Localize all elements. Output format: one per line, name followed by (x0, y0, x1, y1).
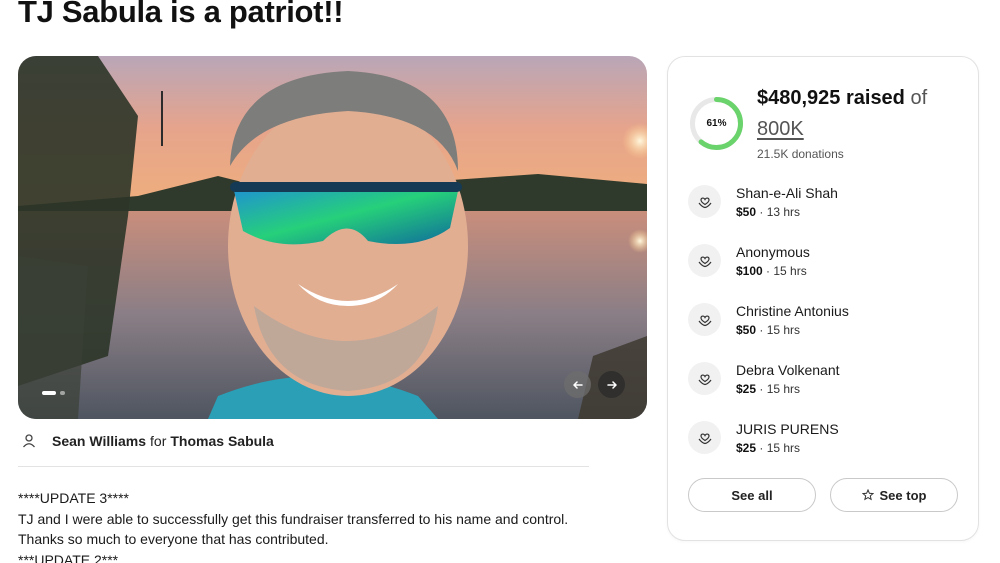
amount-raised-value: $480,925 raised (757, 87, 905, 109)
page-title: TJ Sabula is a patriot!! (18, 0, 344, 29)
organizer-name[interactable]: Sean Williams (52, 433, 146, 449)
story-line: ****UPDATE 3**** (18, 490, 130, 506)
recent-donations-list: Shan-e-Ali Shah $50 · 13 hrs Anonymous $… (688, 181, 968, 476)
see-all-button[interactable]: See all (688, 478, 816, 512)
donor-name: JURIS PURENS (736, 421, 839, 437)
donation-item: JURIS PURENS $25 · 15 hrs (688, 417, 968, 476)
donation-amount: $100 (736, 264, 763, 278)
see-top-label: See top (879, 487, 927, 503)
heart-hand-icon (688, 303, 721, 336)
donation-meta: $100 · 15 hrs (736, 264, 807, 278)
separator: · (756, 441, 767, 455)
carousel-dots[interactable] (42, 391, 65, 395)
see-top-button[interactable]: See top (830, 478, 958, 512)
separator: · (756, 205, 767, 219)
donation-meta: $50 · 13 hrs (736, 205, 800, 219)
donation-time: 15 hrs (773, 264, 807, 278)
story-line: ***UPDATE 2*** (18, 551, 119, 563)
carousel-dot[interactable] (60, 391, 65, 395)
donation-amount: $50 (736, 205, 757, 219)
donation-time: 15 hrs (766, 323, 801, 337)
donor-name: Anonymous (736, 244, 810, 260)
heart-hand-icon (688, 185, 721, 218)
donor-name: Christine Antonius (736, 303, 849, 319)
donation-time: 15 hrs (766, 441, 801, 455)
heart-hand-icon (688, 362, 721, 395)
star-icon (861, 489, 874, 501)
amount-of-label: of (910, 87, 928, 109)
donation-item: Anonymous $100 · 15 hrs (688, 240, 968, 299)
donation-count: 21.5K donations (757, 147, 844, 161)
hero-photo[interactable] (18, 56, 647, 419)
donation-time: 15 hrs (766, 382, 801, 396)
donation-amount: $25 (736, 382, 757, 396)
donation-amount: $25 (736, 441, 757, 455)
donation-meta: $50 · 15 hrs (736, 323, 800, 337)
story-line: Thanks so much to everyone that has cont… (18, 531, 329, 547)
beneficiary-name[interactable]: Thomas Sabula (170, 433, 273, 449)
heart-hand-icon (688, 421, 721, 454)
separator: · (756, 382, 767, 396)
organizer-line: Sean Williams for Thomas Sabula (21, 433, 274, 449)
story-text: ****UPDATE 3**** TJ and I were able to s… (18, 488, 568, 563)
amount-raised: $480,925 raised of (757, 87, 927, 110)
see-all-label: See all (731, 487, 773, 503)
divider (18, 466, 589, 467)
donation-meta: $25 · 15 hrs (736, 382, 800, 396)
next-image-button[interactable] (598, 371, 625, 398)
prev-image-button[interactable] (564, 371, 591, 398)
donor-name: Debra Volkenant (736, 362, 840, 378)
separator: · (756, 323, 767, 337)
donation-item: Christine Antonius $50 · 15 hrs (688, 299, 968, 358)
heart-hand-icon (688, 244, 721, 277)
donation-meta: $25 · 15 hrs (736, 441, 800, 455)
separator: · (762, 264, 774, 278)
donor-name: Shan-e-Ali Shah (736, 185, 838, 201)
carousel-dot-active[interactable] (42, 391, 56, 395)
donation-time: 13 hrs (766, 205, 801, 219)
arrow-left-icon (572, 380, 583, 389)
donation-card: 61% $480,925 raised of 800K 21.5K donati… (667, 56, 979, 541)
donation-item: Shan-e-Ali Shah $50 · 13 hrs (688, 181, 968, 240)
progress-percent: 61% (706, 118, 727, 129)
organizer-for-label: for (150, 433, 167, 449)
goal-amount[interactable]: 800K (757, 118, 804, 141)
donation-item: Debra Volkenant $25 · 15 hrs (688, 358, 968, 417)
donation-amount: $50 (736, 323, 757, 337)
arrow-right-icon (606, 380, 617, 389)
person-icon (21, 433, 37, 449)
story-line: TJ and I were able to successfully get t… (18, 510, 569, 527)
selfie-image (18, 56, 647, 419)
